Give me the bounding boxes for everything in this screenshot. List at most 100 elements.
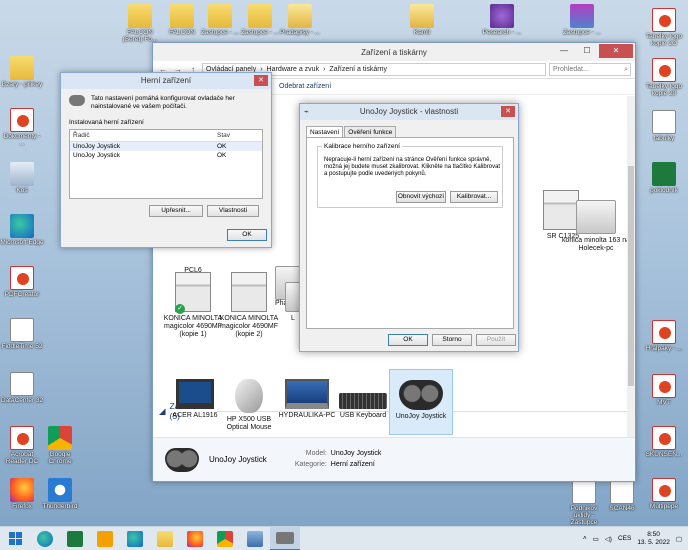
desktop-icon[interactable]: DataCenter 32 [0, 372, 44, 405]
search-input[interactable]: Prohledat... ⌕ [549, 63, 631, 76]
desktop-icon[interactable]: Dokumenty - ... [0, 108, 44, 148]
window-titlebar[interactable]: Zařízení a tiskárny — ☐ ✕ [153, 43, 635, 61]
language-indicator[interactable]: CES [618, 535, 631, 542]
device-item[interactable]: HYDRAULIKA-PC [275, 379, 339, 420]
printer-item[interactable]: konica minolta 163 na Holecek-pc [561, 200, 631, 253]
maximize-button[interactable]: ☐ [576, 44, 598, 58]
desktop-icon[interactable]: SKUNSEN... [642, 426, 686, 459]
folder-icon [288, 4, 312, 28]
desktop-icon[interactable]: Tabelky logo kopie 20 [642, 58, 686, 98]
desktop-icon[interactable]: poklodník [642, 162, 686, 195]
pdf-icon [652, 8, 676, 32]
tab-strip: Nastavení Ověření funkce [300, 120, 518, 138]
taskbar-excel[interactable] [60, 527, 90, 550]
desktop-icon[interactable]: Multipepe [642, 478, 686, 511]
desktop-icon[interactable]: Pradapisy - ... [278, 4, 322, 37]
start-button[interactable] [0, 527, 30, 550]
desktop-icon[interactable]: Bzary - pilikey [0, 56, 44, 89]
clock[interactable]: 8:50 13. 5. 2022 [637, 531, 670, 547]
excel-icon [67, 530, 83, 547]
edge-icon [127, 530, 143, 547]
printer-item[interactable]: ✓ KONICA MINOLTA magicolor 4690MF (kopie… [161, 272, 225, 339]
calibrate-button[interactable]: Kalibrovat... [450, 191, 498, 203]
taskbar-firefox[interactable] [180, 527, 210, 550]
list-header: Řadič Stav [70, 130, 262, 142]
ok-button[interactable]: OK [227, 229, 267, 241]
desktop-icon[interactable]: Zastupce - ... [238, 4, 282, 37]
taskbar-explorer[interactable] [150, 527, 180, 550]
acrobat-icon [10, 426, 34, 450]
desktop-icon[interactable]: Kamil [400, 4, 444, 37]
taskbar-ie[interactable] [30, 527, 60, 550]
desktop-icon[interactable]: Hrálpaky - ... [642, 320, 686, 353]
list-item[interactable]: UnoJoy Joystick OK [70, 151, 262, 160]
monitor-icon [176, 379, 214, 409]
network-icon[interactable]: ▭ [593, 535, 599, 543]
desktop-icon[interactable]: tabulky [642, 110, 686, 143]
scrollbar-thumb[interactable] [628, 166, 634, 386]
printer-icon [231, 272, 267, 312]
laptop-icon [285, 379, 329, 409]
ok-button[interactable]: OK [388, 334, 428, 346]
notifications-icon[interactable]: ▢ [676, 535, 682, 543]
desktop-icon[interactable]: Zastupce - ... [560, 4, 604, 37]
close-button[interactable]: ✕ [254, 75, 268, 86]
desktop-icon[interactable]: Thunderbird [38, 478, 82, 511]
breadcrumb-item[interactable]: Hardware a zvuk [267, 66, 320, 73]
desktop-icon[interactable]: Tabelky logo kopie 2O [642, 8, 686, 48]
desktop-icon[interactable]: SCAN46 [600, 480, 644, 513]
desktop-icon[interactable]: Zastupce - ... [198, 4, 242, 37]
desktop-icon[interactable]: FiddleTime 52 [0, 318, 44, 351]
advanced-button[interactable]: Upřesnit... [149, 205, 203, 217]
remove-device-button[interactable]: Odebrat zařízení [279, 83, 331, 90]
desktop-icon[interactable]: Microsoft Edge [0, 214, 44, 247]
folder-icon [170, 4, 194, 28]
list-item[interactable]: UnoJoy Joystick OK [70, 141, 262, 151]
desktop-icon[interactable]: FALCON (Seret) Fo... [118, 4, 162, 44]
volume-icon[interactable]: ◁) [605, 535, 612, 543]
calibration-group: Kalibrace herního zařízení Nepracuje-li … [317, 143, 503, 208]
folder-icon [248, 4, 272, 28]
reset-default-button[interactable]: Obnovit výchozí [396, 191, 446, 203]
device-item[interactable]: HP X500 USB Optical Mouse [217, 379, 281, 432]
printer-icon [576, 200, 616, 234]
taskbar-edge[interactable] [120, 527, 150, 550]
minimize-button[interactable]: — [553, 44, 575, 58]
breadcrumb-item[interactable]: Zařízení a tiskárny [329, 66, 387, 73]
chrome-icon [217, 530, 233, 547]
close-button[interactable]: ✕ [501, 106, 515, 117]
desktop-icon[interactable]: PDFCreator [0, 266, 44, 299]
thunderbird-icon [48, 478, 72, 502]
desktop-icon[interactable]: Koš [0, 162, 44, 195]
joystick-properties-dialog: ⌁ UnoJoy Joystick - vlastnosti ✕ Nastave… [299, 103, 519, 352]
dialog-titlebar[interactable]: Herní zařízení ✕ [61, 73, 271, 89]
folder-icon [157, 530, 173, 547]
control-panel-icon [247, 530, 263, 547]
taskbar-bing[interactable] [90, 527, 120, 550]
document-icon [652, 110, 676, 134]
apply-button[interactable]: Použít [476, 334, 516, 346]
taskbar-game-controllers[interactable] [270, 526, 300, 550]
printer-item[interactable]: KONICA MINOLTA magicolor 4690MF (kopie 2… [217, 272, 281, 339]
tray-chevron-icon[interactable]: ˄ [583, 535, 587, 542]
properties-button[interactable]: Vlastnosti [207, 205, 259, 217]
pdf-creator-icon [10, 266, 34, 290]
excel-icon [652, 162, 676, 186]
desktop-icon[interactable]: Pesearch - ... [480, 4, 524, 37]
scan-icon [610, 480, 634, 504]
cancel-button[interactable]: Storno [432, 334, 472, 346]
close-button[interactable]: ✕ [599, 44, 633, 58]
window-title: Zařízení a tiskárny [361, 47, 427, 57]
archive-icon [570, 4, 594, 28]
desktop-icon[interactable]: MVT [642, 374, 686, 407]
taskbar-chrome[interactable] [210, 527, 240, 550]
taskbar-control-panel[interactable] [240, 527, 270, 550]
vertical-scrollbar[interactable] [627, 96, 635, 439]
device-item-selected[interactable]: UnoJoy Joystick [389, 369, 453, 435]
pdf-icon [652, 58, 676, 82]
search-icon: ⌕ [624, 66, 628, 73]
dialog-titlebar[interactable]: ⌁ UnoJoy Joystick - vlastnosti ✕ [300, 104, 518, 120]
device-item[interactable]: USB Keyboard [331, 379, 395, 420]
desktop-icon[interactable]: Google Chrome [38, 426, 82, 466]
controllers-list[interactable]: Řadič Stav UnoJoy Joystick OK UnoJoy Joy… [69, 128, 263, 199]
